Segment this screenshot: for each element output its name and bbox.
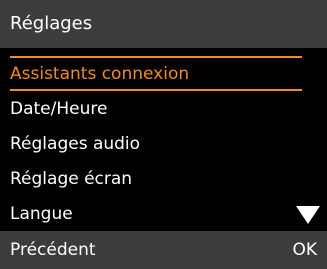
settings-menu: Assistants connexion Date/Heure Réglages…	[0, 56, 327, 231]
title-bar: Réglages	[0, 0, 327, 48]
menu-item-label: Date/Heure	[10, 98, 108, 119]
menu-item-date-heure[interactable]: Date/Heure	[0, 91, 327, 126]
page-title: Réglages	[10, 13, 93, 34]
menu-item-reglages-audio[interactable]: Réglages audio	[0, 126, 327, 161]
menu-item-assistants-connexion[interactable]: Assistants connexion	[10, 56, 302, 91]
menu-item-reglage-ecran[interactable]: Réglage écran	[0, 161, 327, 196]
menu-item-label: Réglage écran	[10, 168, 133, 189]
menu-item-langue[interactable]: Langue	[0, 196, 327, 231]
phone-display: Réglages Assistants connexion Date/Heure…	[0, 0, 327, 269]
menu-item-label: Réglages audio	[10, 133, 141, 154]
triangle-down-icon	[296, 206, 320, 224]
menu-item-label: Assistants connexion	[10, 63, 190, 84]
menu-item-label: Langue	[10, 203, 73, 224]
ok-softkey[interactable]: OK	[292, 240, 317, 260]
back-softkey[interactable]: Précédent	[10, 240, 96, 260]
softkey-bar: Précédent OK	[0, 231, 327, 269]
